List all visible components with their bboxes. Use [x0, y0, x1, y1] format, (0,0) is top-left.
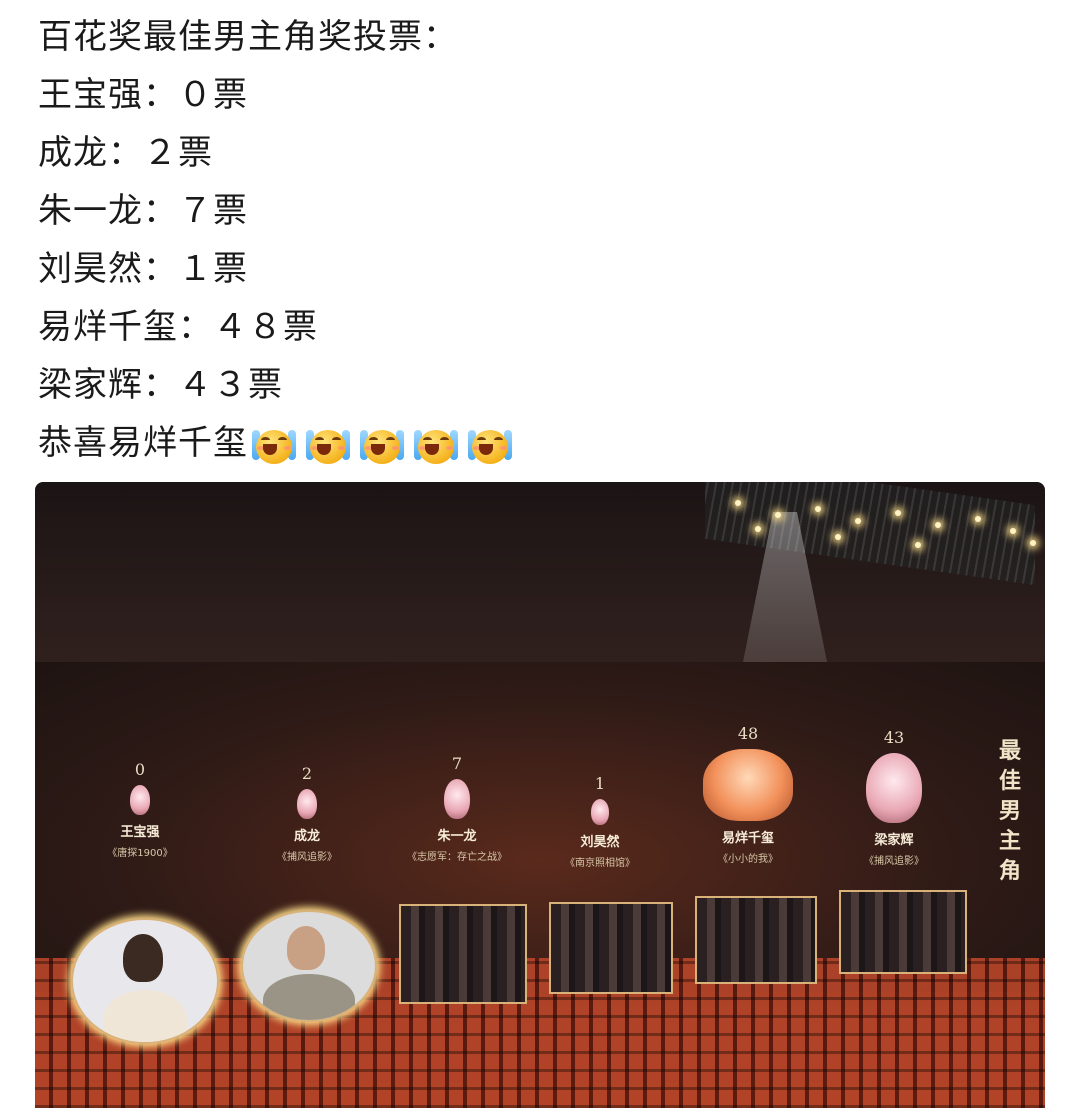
trophy-icon — [866, 753, 922, 823]
vote-line: 成龙：２票 — [38, 133, 213, 173]
stage-light — [1030, 540, 1036, 546]
candidate-votes: 43 — [883, 728, 905, 747]
candidate-thumbnail — [241, 910, 377, 1022]
stage-light — [775, 512, 781, 518]
closing-text: 恭喜易烊千玺 — [38, 423, 248, 463]
candidate-thumbnail — [839, 890, 967, 974]
candidate-name: 朱一龙 — [437, 829, 477, 844]
vote-line: 王宝强：０票 — [38, 75, 248, 115]
candidate-film: 《小小的我》 — [718, 854, 778, 865]
vote-line: 梁家辉：４３票 — [38, 365, 283, 405]
candidate-thumbnail — [695, 896, 817, 984]
post-title: 百花奖最佳男主角奖投票： — [38, 17, 458, 57]
stage-light — [755, 526, 761, 532]
candidate-name: 刘昊然 — [580, 835, 620, 850]
crying-laughing-emoji-icon — [360, 424, 404, 468]
candidate-name: 梁家辉 — [874, 833, 914, 848]
candidate-thumbnail — [71, 918, 219, 1044]
ceremony-photo[interactable]: 0 王宝强 《唐探1900》 2 成龙 《捕风追影》 7 朱一龙 《志愿军：存亡… — [35, 482, 1045, 1108]
trophy-icon — [703, 749, 793, 821]
candidate-film: 《唐探1900》 — [107, 848, 173, 859]
crying-laughing-emoji-icon — [306, 424, 350, 468]
candidate-card: 1 刘昊然 《南京照相馆》 — [525, 774, 675, 869]
candidate-votes: 2 — [301, 764, 313, 783]
vote-line: 刘昊然：１票 — [38, 249, 248, 289]
trophy-icon — [297, 789, 317, 819]
candidate-film: 《志愿军：存亡之战》 — [407, 852, 507, 863]
candidate-votes: 7 — [451, 754, 463, 773]
candidate-card: 43 梁家辉 《捕风追影》 — [819, 728, 969, 867]
crying-laughing-emoji-icon — [414, 424, 458, 468]
candidate-name: 王宝强 — [120, 825, 160, 840]
candidate-name: 易烊千玺 — [721, 831, 774, 846]
stage-light — [915, 542, 921, 548]
stage-light — [935, 522, 941, 528]
candidate-card: 2 成龙 《捕风追影》 — [232, 764, 382, 863]
candidate-card: 7 朱一龙 《志愿军：存亡之战》 — [382, 754, 532, 863]
crying-laughing-emoji-icon — [252, 424, 296, 468]
crying-laughing-emoji-icon — [468, 424, 512, 468]
post-text: 百花奖最佳男主角奖投票： 王宝强：０票 成龙：２票 朱一龙：７票 刘昊然：１票 … — [38, 8, 1038, 472]
candidate-name: 成龙 — [293, 829, 320, 844]
candidate-film: 《捕风追影》 — [864, 856, 924, 867]
stage-light — [815, 506, 821, 512]
trophy-icon — [591, 799, 609, 825]
vote-line: 朱一龙：７票 — [38, 191, 248, 231]
portrait — [123, 934, 163, 982]
candidate-film: 《捕风追影》 — [277, 852, 337, 863]
vote-line: 易烊千玺：４８票 — [38, 307, 318, 347]
candidate-thumbnail — [399, 904, 527, 1004]
stage-light — [855, 518, 861, 524]
candidate-votes: 0 — [134, 760, 146, 779]
stage-light — [975, 516, 981, 522]
candidate-card: 0 王宝强 《唐探1900》 — [65, 760, 215, 859]
candidate-votes: 48 — [737, 724, 759, 743]
candidate-votes: 1 — [594, 774, 606, 793]
trophy-icon — [130, 785, 150, 815]
award-side-title: 最佳男主角 — [998, 739, 1021, 884]
emoji-row — [252, 416, 522, 474]
candidate-thumbnail — [549, 902, 673, 994]
portrait — [287, 926, 325, 970]
candidate-card: 48 易烊千玺 《小小的我》 — [673, 724, 823, 865]
candidate-film: 《南京照相馆》 — [565, 858, 635, 869]
stage-light — [735, 500, 741, 506]
stage-light — [1010, 528, 1016, 534]
trophy-icon — [444, 779, 470, 819]
stage-light — [835, 534, 841, 540]
stage-light — [895, 510, 901, 516]
closing-line: 恭喜易烊千玺 — [38, 414, 1038, 472]
lighting-rig — [705, 482, 1035, 586]
